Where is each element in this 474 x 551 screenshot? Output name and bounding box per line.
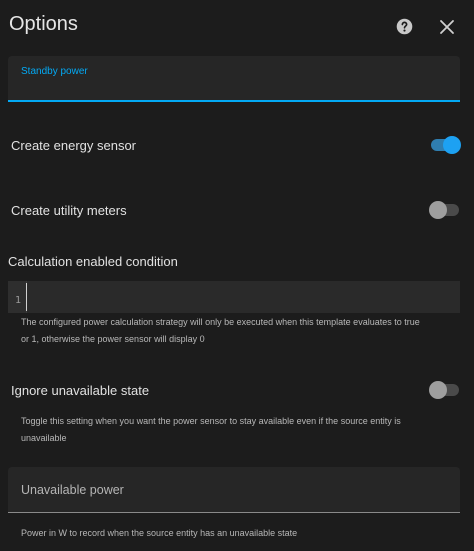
unavailable-power-helper: Power in W to record when the source ent… — [21, 528, 298, 538]
create-energy-sensor-toggle[interactable] — [429, 135, 461, 155]
ignore-unavailable-state-label: Ignore unavailable state — [11, 383, 150, 398]
standby-power-input[interactable]: Standby power — [8, 56, 460, 102]
create-utility-meters-toggle[interactable] — [429, 200, 461, 220]
editor-gutter: 1 — [8, 281, 27, 313]
helper-line: The configured power calculation strateg… — [21, 317, 420, 327]
template-code-editor[interactable]: 1 — [8, 281, 460, 313]
helper-line: or 1, otherwise the power sensor will di… — [21, 334, 205, 344]
unavailable-power-input[interactable]: Unavailable power — [8, 467, 460, 513]
dialog-header: Options — [0, 0, 474, 52]
help-circle-icon[interactable] — [396, 18, 413, 35]
calculation-condition-helper: The configured power calculation strateg… — [21, 314, 461, 348]
dialog-title: Options — [9, 13, 78, 35]
unavailable-power-placeholder: Unavailable power — [21, 483, 124, 497]
toggle-knob — [429, 381, 447, 399]
toggle-knob — [429, 201, 447, 219]
calculation-enabled-condition-title: Calculation enabled condition — [8, 254, 178, 269]
ignore-unavailable-helper: Toggle this setting when you want the po… — [21, 413, 461, 447]
line-number: 1 — [15, 295, 22, 306]
toggle-knob — [443, 136, 461, 154]
text-cursor — [26, 283, 27, 311]
create-utility-meters-label: Create utility meters — [11, 203, 127, 218]
helper-line: unavailable — [21, 433, 67, 443]
helper-line: Toggle this setting when you want the po… — [21, 416, 401, 426]
standby-power-label: Standby power — [21, 66, 88, 77]
create-energy-sensor-label: Create energy sensor — [11, 138, 137, 153]
close-icon[interactable] — [439, 19, 455, 35]
ignore-unavailable-state-toggle[interactable] — [429, 380, 461, 400]
